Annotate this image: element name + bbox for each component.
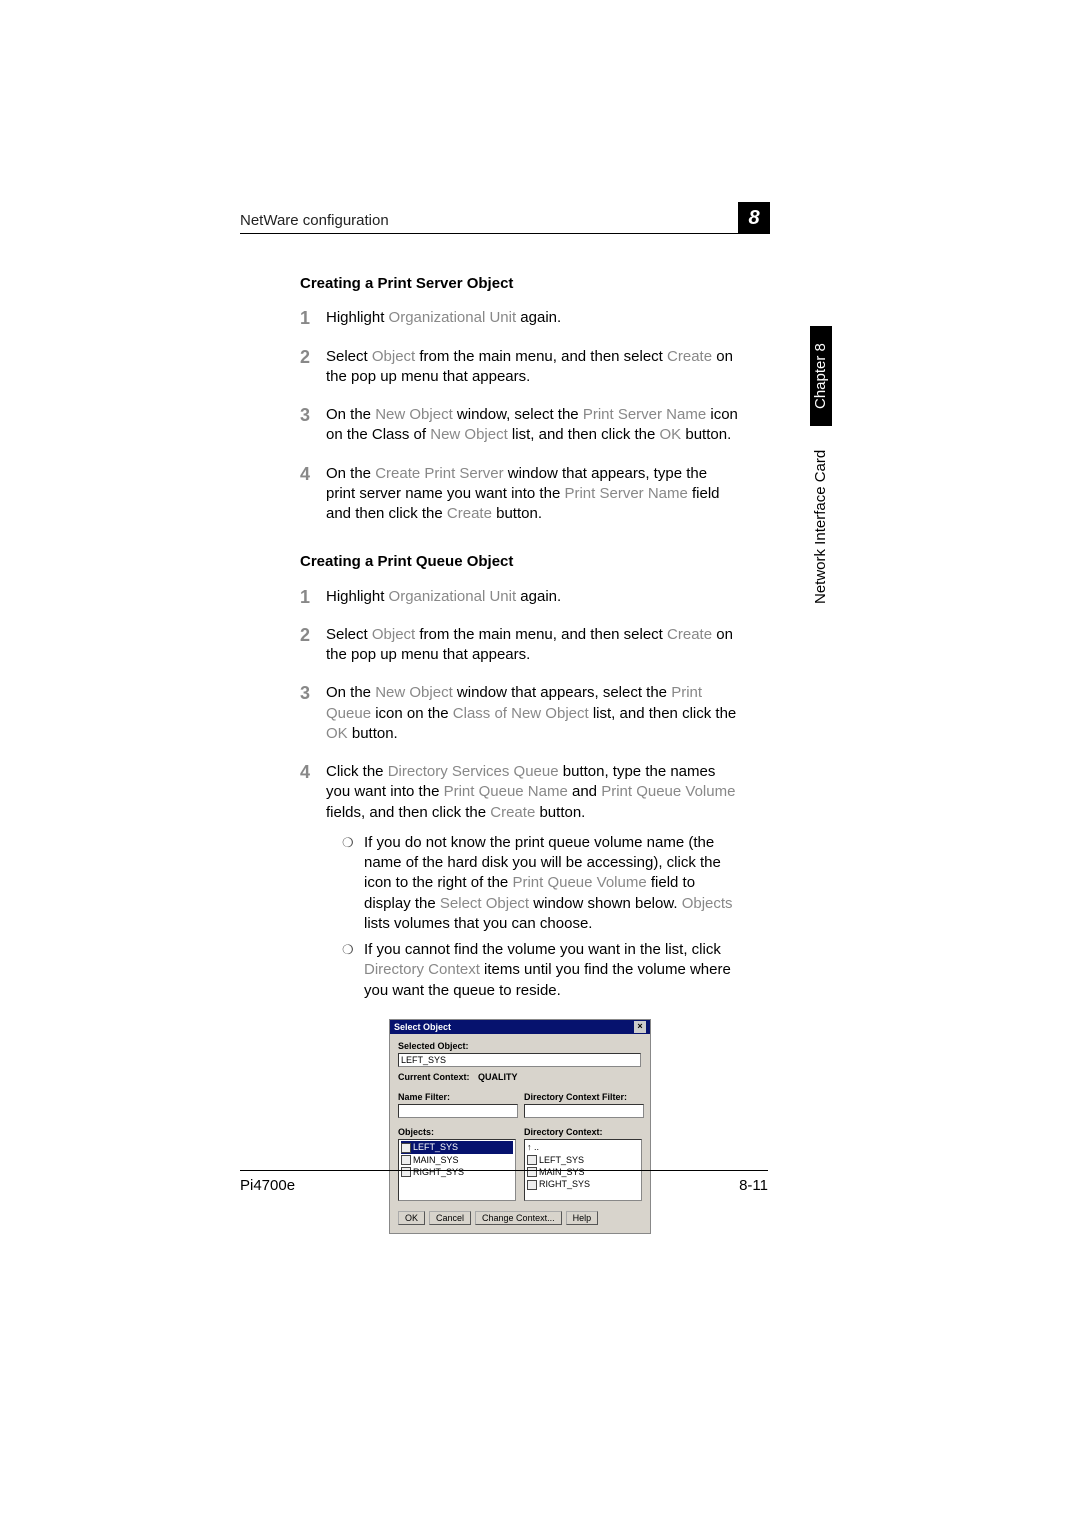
footer-page-number: 8-11: [739, 1177, 768, 1194]
step-3: On the New Object window, select the Pri…: [300, 405, 740, 446]
close-icon[interactable]: ×: [634, 1021, 646, 1033]
side-card-label: Network Interface Card: [810, 432, 832, 622]
selected-object-label: Selected Object:: [398, 1040, 642, 1052]
name-filter-field[interactable]: [398, 1104, 518, 1118]
dir-filter-label: Directory Context Filter:: [524, 1091, 642, 1103]
chapter-number: 8: [738, 202, 770, 234]
current-context-label: Current Context:: [398, 1072, 470, 1082]
volume-icon: [401, 1155, 411, 1165]
page-footer: Pi4700e 8-11: [240, 1170, 768, 1194]
step-2: Select Object from the main menu, and th…: [300, 347, 740, 388]
dialog-titlebar: Select Object ×: [390, 1020, 650, 1034]
footer-model: Pi4700e: [240, 1177, 295, 1194]
objects-label: Objects:: [398, 1126, 516, 1138]
selected-object-field[interactable]: LEFT_SYS: [398, 1053, 641, 1067]
step-4: Click the Directory Services Queue butto…: [300, 762, 740, 1001]
dialog-body: Selected Object: LEFT_SYS Current Contex…: [390, 1034, 650, 1234]
name-filter-label: Name Filter:: [398, 1091, 516, 1103]
step-4: On the Create Print Server window that a…: [300, 464, 740, 525]
sub-item-2: If you cannot find the volume you want i…: [342, 940, 740, 1001]
select-object-dialog: Select Object × Selected Object: LEFT_SY…: [389, 1019, 651, 1235]
change-context-button[interactable]: Change Context...: [475, 1211, 562, 1225]
current-context-value: QUALITY: [478, 1072, 518, 1082]
step-3: On the New Object window that appears, s…: [300, 683, 740, 744]
page-header: NetWare configuration 8: [240, 212, 760, 234]
ok-button[interactable]: OK: [398, 1211, 425, 1225]
steps-print-queue: Highlight Organizational Unit again. Sel…: [300, 587, 740, 1001]
step-1: Highlight Organizational Unit again.: [300, 308, 740, 328]
section-title: NetWare configuration: [240, 212, 389, 229]
sub-list: If you do not know the print queue volum…: [326, 833, 740, 1001]
side-chapter-label: Chapter 8: [810, 326, 832, 426]
body: Creating a Print Server Object Highlight…: [300, 274, 740, 1234]
dialog-button-row: OK Cancel Change Context... Help: [398, 1211, 642, 1225]
heading-create-print-server: Creating a Print Server Object: [300, 274, 740, 294]
page: Chapter 8 Network Interface Card NetWare…: [0, 0, 1080, 1528]
volume-icon: [527, 1155, 537, 1165]
sub-item-1: If you do not know the print queue volum…: [342, 833, 740, 934]
dialog-title: Select Object: [394, 1021, 451, 1033]
cancel-button[interactable]: Cancel: [429, 1211, 471, 1225]
help-button[interactable]: Help: [566, 1211, 599, 1225]
step-1: Highlight Organizational Unit again.: [300, 587, 740, 607]
step-2: Select Object from the main menu, and th…: [300, 625, 740, 666]
content-area: NetWare configuration 8 Creating a Print…: [240, 212, 750, 1234]
dir-context-label: Directory Context:: [524, 1126, 642, 1138]
volume-icon: [401, 1143, 411, 1153]
steps-print-server: Highlight Organizational Unit again. Sel…: [300, 308, 740, 524]
dir-filter-field[interactable]: [524, 1104, 644, 1118]
heading-create-print-queue: Creating a Print Queue Object: [300, 552, 740, 572]
